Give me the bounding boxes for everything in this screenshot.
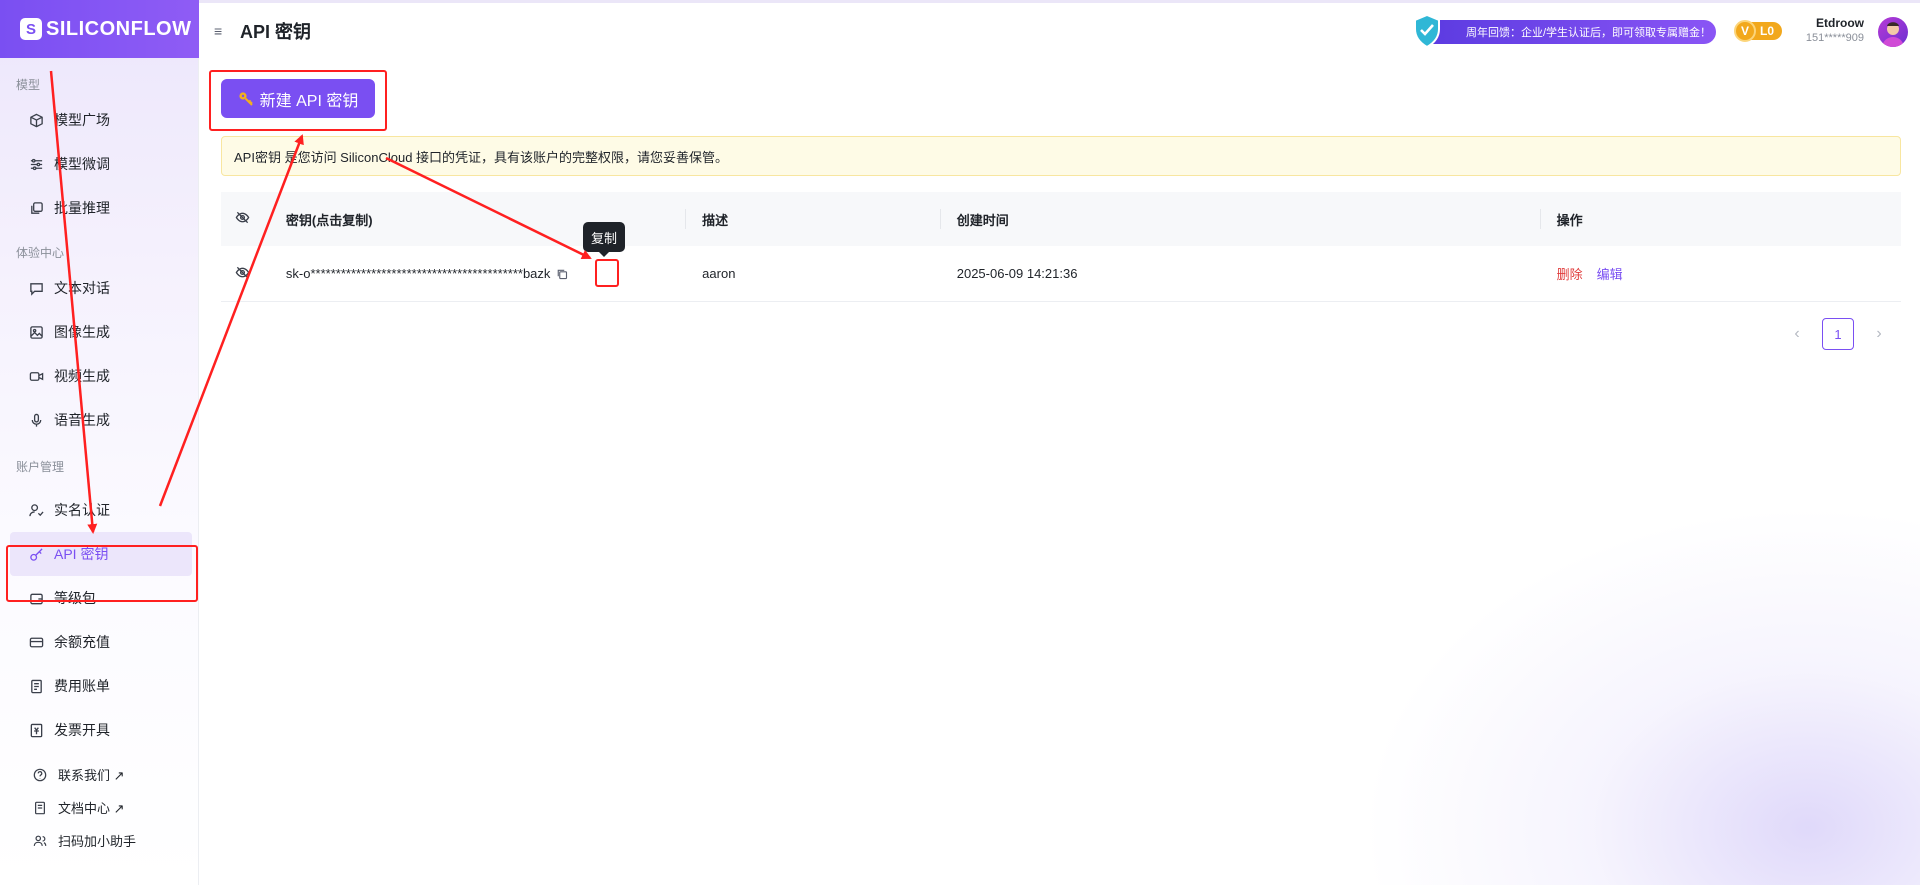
sidebar-item-recharge[interactable]: 余额充值 (0, 620, 198, 664)
sidebar-item-voice-gen[interactable]: 语音生成 (0, 398, 198, 442)
prev-page-icon[interactable]: ‹ (1790, 325, 1804, 343)
top-header: ≡ API 密钥 周年回馈：企业/学生认证后，即可领取专属赠金！ V L0 Et… (200, 3, 1920, 58)
cube-icon (28, 112, 44, 128)
sidebar-item-text-chat[interactable]: 文本对话 (0, 266, 198, 310)
eye-off-icon[interactable] (235, 210, 250, 228)
sidebar-item-label: 扫码加小助手 (58, 834, 137, 849)
key-icon (28, 546, 44, 562)
desc-cell: aaron (702, 266, 736, 281)
sidebar-item-label: 语音生成 (54, 412, 110, 428)
notice-text: API密钥 是您访问 SiliconCloud 接口的凭证，具有该账户的完整权限… (234, 149, 729, 165)
menu-fold-icon[interactable]: ≡ (214, 23, 230, 39)
sidebar-item-label: 等级包 (54, 590, 96, 606)
sidebar-item-label: 模型广场 (54, 112, 110, 128)
header-time: 创建时间 (956, 212, 1009, 228)
sidebar-item-label: 余额充值 (54, 634, 110, 650)
sidebar-item-level-pack[interactable]: 等级包 (0, 576, 198, 620)
header-key: 密钥(点击复制) (285, 212, 373, 228)
copy-icon[interactable] (554, 266, 570, 282)
users-icon (32, 833, 48, 849)
section-title-model: 模型 (16, 77, 41, 92)
avatar[interactable] (1878, 17, 1908, 47)
sidebar-item-label: 视频生成 (54, 368, 110, 384)
sidebar-item-model-square[interactable]: 模型广场 (0, 98, 198, 142)
shield-check-icon (1414, 13, 1440, 49)
sidebar-item-video-gen[interactable]: 视频生成 (0, 354, 198, 398)
delete-link[interactable]: 删除 (1557, 264, 1583, 283)
pagination: ‹ 1 › (1790, 318, 1886, 350)
user-info[interactable]: Etdroow 151*****909 (1806, 16, 1864, 44)
header-ops: 操作 (1556, 212, 1583, 228)
time-cell: 2025-06-09 14:21:36 (956, 266, 1078, 281)
help-icon (32, 767, 48, 783)
api-key-table: 密钥(点击复制) 描述 创建时间 操作 sk-o****************… (221, 192, 1901, 302)
sidebar-item-batch-inference[interactable]: 批量推理 (0, 186, 198, 230)
section-title-experience: 体验中心 (16, 245, 65, 260)
sliders-icon (28, 156, 44, 172)
receipt-icon (28, 678, 44, 694)
sidebar-item-label: 发票开具 (54, 722, 110, 738)
user-check-icon (28, 502, 44, 518)
sidebar: S SILICONFLOW 模型 模型广场 模型微调 批量推理 体验中心 文本对… (0, 0, 199, 885)
sidebar-item-api-key[interactable]: API 密钥 (10, 532, 192, 576)
sidebar-item-invoice[interactable]: 发票开具 (0, 708, 198, 752)
chat-icon (28, 280, 44, 296)
sidebar-item-label: API 密钥 (54, 546, 109, 562)
user-phone: 151*****909 (1805, 32, 1864, 44)
doc-icon (32, 800, 48, 816)
user-name: Etdroow (1816, 16, 1864, 30)
sidebar-item-model-finetune[interactable]: 模型微调 (0, 142, 198, 186)
layers-icon (28, 200, 44, 216)
edit-link[interactable]: 编辑 (1597, 264, 1623, 283)
table-header: 密钥(点击复制) 描述 创建时间 操作 (221, 192, 1901, 246)
page-number[interactable]: 1 (1822, 318, 1854, 350)
key-cell[interactable]: sk-o************************************… (286, 266, 685, 282)
notice-banner: API密钥 是您访问 SiliconCloud 接口的凭证，具有该账户的完整权限… (221, 136, 1901, 176)
key-icon (238, 91, 254, 107)
logo-text: SILICONFLOW (46, 17, 192, 40)
masked-key[interactable]: sk-o************************************… (286, 266, 551, 281)
promo-banner[interactable]: 周年回馈：企业/学生认证后，即可领取专属赠金！ (1414, 13, 1716, 49)
sidebar-item-label: 模型微调 (54, 156, 110, 172)
wallet-icon (28, 590, 44, 606)
sidebar-item-label: 批量推理 (54, 200, 110, 216)
ops-cell: 删除 编辑 (1541, 264, 1901, 283)
sidebar-item-label: 文本对话 (54, 280, 110, 296)
sidebar-item-label: 实名认证 (54, 502, 110, 518)
new-api-key-label: 新建 API 密钥 (259, 92, 359, 110)
next-page-icon[interactable]: › (1872, 325, 1886, 343)
level-badge[interactable]: V L0 (1734, 20, 1788, 42)
invoice-icon (28, 722, 44, 738)
eye-off-icon[interactable] (235, 265, 250, 283)
vip-icon: V (1734, 20, 1756, 42)
main-content: 新建 API 密钥 API密钥 是您访问 SiliconCloud 接口的凭证，… (200, 58, 1920, 885)
sidebar-link-contact[interactable]: 联系我们 ↗ (0, 758, 198, 791)
logo-mark-icon: S (20, 18, 42, 40)
image-icon (28, 324, 44, 340)
sidebar-item-label: 联系我们 ↗ (58, 768, 125, 783)
page-title: API 密钥 (240, 21, 312, 42)
sidebar-item-image-gen[interactable]: 图像生成 (0, 310, 198, 354)
sidebar-link-assistant[interactable]: 扫码加小助手 (0, 824, 198, 857)
table-row: sk-o************************************… (221, 246, 1901, 302)
sidebar-item-label: 费用账单 (54, 678, 110, 694)
logo[interactable]: S SILICONFLOW (0, 0, 199, 58)
sidebar-link-docs[interactable]: 文档中心 ↗ (0, 791, 198, 824)
header-desc: 描述 (702, 212, 729, 228)
sidebar-item-real-name[interactable]: 实名认证 (0, 488, 198, 532)
section-title-account: 账户管理 (16, 459, 65, 474)
new-api-key-button[interactable]: 新建 API 密钥 (221, 79, 375, 118)
video-icon (28, 368, 44, 384)
sidebar-item-label: 文档中心 ↗ (58, 801, 125, 816)
sidebar-item-label: 图像生成 (54, 324, 110, 340)
card-icon (28, 634, 44, 650)
sidebar-item-billing[interactable]: 费用账单 (0, 664, 198, 708)
decorative-gradient (1360, 505, 1920, 885)
promo-text: 周年回馈：企业/学生认证后，即可领取专属赠金！ (1466, 27, 1712, 39)
copy-tooltip: 复制 (583, 222, 625, 257)
mic-icon (28, 412, 44, 428)
